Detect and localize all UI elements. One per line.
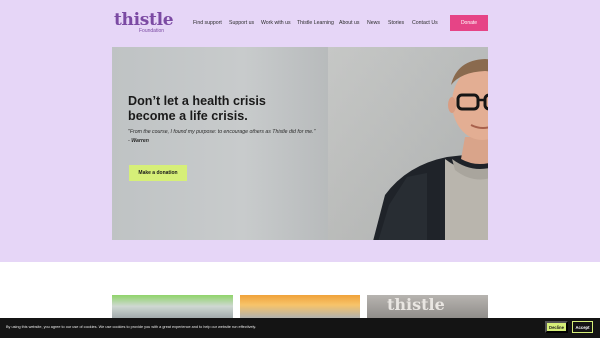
story-card-1-image[interactable] bbox=[112, 295, 233, 320]
make-donation-button[interactable]: Make a donation bbox=[129, 165, 187, 181]
nav-about-us[interactable]: About us bbox=[339, 20, 359, 26]
hero-quote-author: Warren bbox=[131, 137, 149, 144]
nav-support-us[interactable]: Support us bbox=[229, 20, 254, 26]
cookie-message: By using this website, you agree to our … bbox=[6, 325, 257, 329]
donate-button[interactable]: Donate bbox=[450, 15, 488, 31]
hero-quote-text: "From the course, I found my purpose: to… bbox=[128, 129, 316, 144]
hero-heading: Don’t let a health crisis become a life … bbox=[128, 94, 266, 123]
cookie-decline-button[interactable]: Decline bbox=[545, 321, 568, 333]
cookie-banner: By using this website, you agree to our … bbox=[0, 318, 600, 338]
hero-quote: "From the course, I found my purpose: to… bbox=[128, 128, 318, 145]
logo-wordmark: thistle bbox=[114, 10, 174, 30]
nav-contact-us[interactable]: Contact Us bbox=[412, 20, 438, 26]
cookie-accept-button[interactable]: Accept bbox=[572, 321, 593, 333]
nav-work-with-us[interactable]: Work with us bbox=[261, 20, 291, 26]
nav-news[interactable]: News bbox=[367, 20, 380, 26]
thistle-logo[interactable]: thistle Foundation bbox=[114, 10, 174, 35]
nav-find-support[interactable]: Find support bbox=[193, 20, 222, 26]
nav-stories[interactable]: Stories bbox=[388, 20, 404, 26]
hero-photo-person bbox=[373, 59, 488, 240]
story-card-2-image[interactable] bbox=[240, 295, 360, 320]
story-card-3-image[interactable]: thistle bbox=[367, 295, 488, 320]
logo-subtitle: Foundation bbox=[139, 28, 165, 34]
card-sign-text: thistle bbox=[387, 295, 445, 314]
nav-thistle-learning[interactable]: Thistle Learning bbox=[297, 20, 334, 26]
